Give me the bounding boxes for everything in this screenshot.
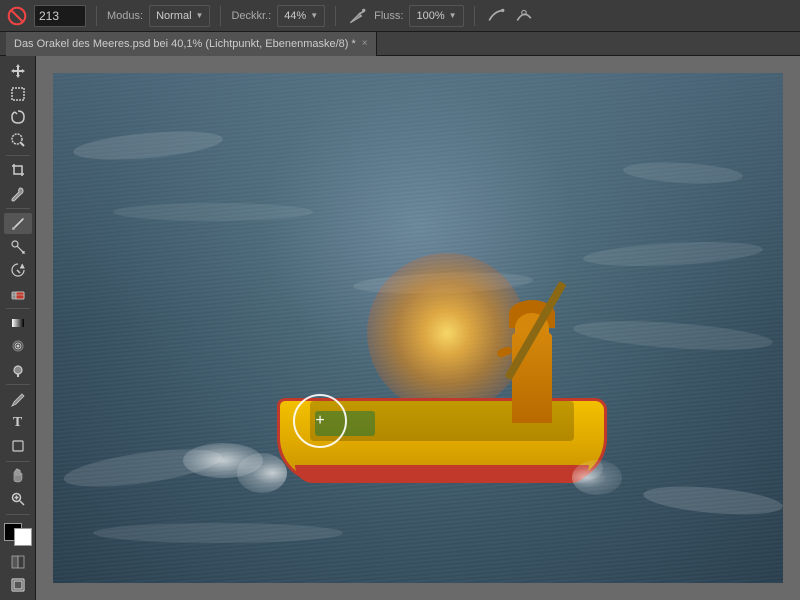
mode-label: Modus: [107,10,143,22]
document-tab[interactable]: Das Orakel des Meeres.psd bei 40,1% (Lic… [6,32,377,56]
marquee-tool[interactable] [4,83,32,104]
separator-2 [220,6,221,26]
smoothing-button[interactable] [513,5,535,27]
clone-stamp-tool[interactable] [4,236,32,257]
mode-dropdown-arrow: ▼ [196,11,204,20]
tool-separator-3 [6,308,30,309]
tab-title: Das Orakel des Meeres.psd bei 40,1% (Lic… [14,38,356,50]
canvas-area[interactable]: + [36,56,800,600]
flow-dropdown-arrow: ▼ [449,11,457,20]
wave-3 [113,203,313,221]
dodge-tool[interactable] [4,359,32,380]
tab-close-button[interactable]: × [362,38,368,49]
lasso-tool[interactable] [4,106,32,127]
eraser-tool[interactable] [4,283,32,304]
mode-dropdown[interactable]: Normal ▼ [149,5,210,27]
tool-separator-1 [6,155,30,156]
tool-separator-6 [6,514,30,515]
tool-separator-5 [6,461,30,462]
main-area: T [0,56,800,600]
brush-tool[interactable] [4,213,32,234]
hand-tool[interactable] [4,466,32,487]
splash-left [237,453,287,493]
opacity-label: Deckkr.: [231,10,271,22]
brush-size-input[interactable]: 213 [34,5,86,27]
history-brush-tool[interactable] [4,259,32,280]
opacity-dropdown-arrow: ▼ [310,11,318,20]
fisherman-body [512,333,552,423]
tab-bar: Das Orakel des Meeres.psd bei 40,1% (Lic… [0,32,800,56]
crop-tool[interactable] [4,160,32,181]
tool-separator-4 [6,384,30,385]
pen-tool[interactable] [4,389,32,410]
separator-3 [335,6,336,26]
zoom-tool[interactable] [4,489,32,510]
screen-mode-button[interactable] [4,575,32,596]
fisherman-figure [497,293,567,423]
quick-mask-button[interactable] [4,552,32,573]
text-tool[interactable]: T [4,412,32,433]
brush-settings-button[interactable] [485,5,507,27]
photo-canvas: + [53,73,783,583]
flow-label: Fluss: [374,10,403,22]
boat-red-bottom [295,465,589,483]
boat [247,243,627,503]
ocean-background: + [53,73,783,583]
top-toolbar: 213 Modus: Normal ▼ Deckkr.: 44% ▼ Fluss… [0,0,800,32]
flow-dropdown[interactable]: 100% ▼ [409,5,463,27]
wave-7 [93,523,343,543]
fisherman-arm-left [496,346,513,359]
boat-cargo [315,411,375,436]
tool-separator-2 [6,208,30,209]
blur-tool[interactable] [4,336,32,357]
eyedropper-tool[interactable] [4,183,32,204]
move-tool[interactable] [4,60,32,81]
splash-right [572,460,622,495]
separator-4 [474,6,475,26]
quick-select-tool[interactable] [4,130,32,151]
background-color[interactable] [14,528,32,546]
opacity-dropdown[interactable]: 44% ▼ [277,5,325,27]
color-selector[interactable] [4,523,32,546]
shape-tool[interactable] [4,436,32,457]
gradient-tool[interactable] [4,313,32,334]
brush-preset-picker[interactable] [6,5,28,27]
separator-1 [96,6,97,26]
left-toolbar: T [0,56,36,600]
airbrush-button[interactable] [346,5,368,27]
